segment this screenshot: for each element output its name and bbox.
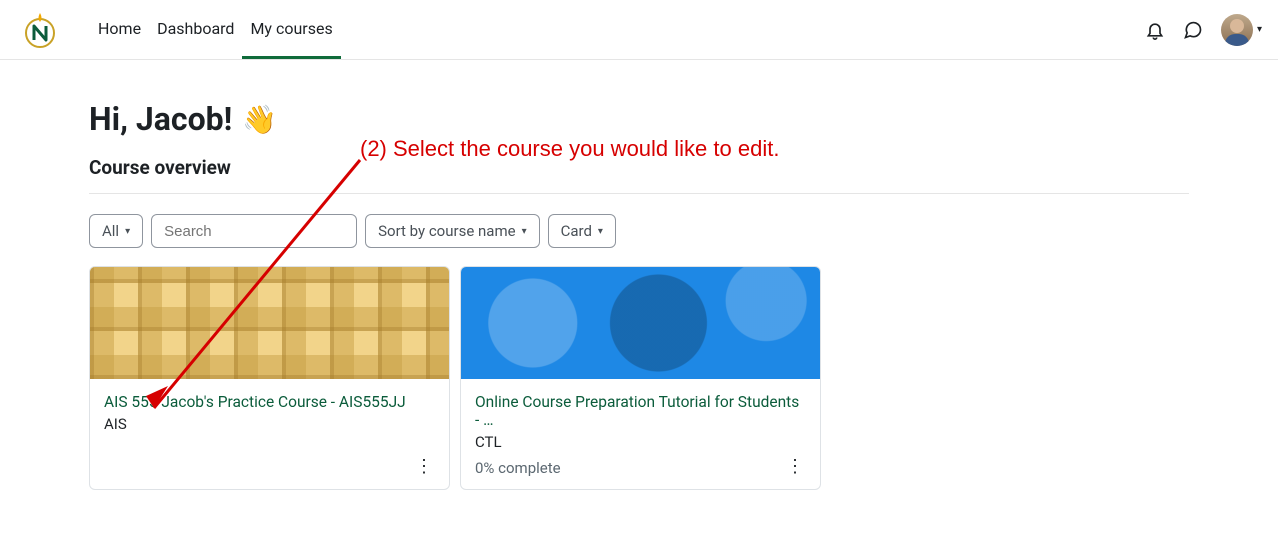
- card-body: Online Course Preparation Tutorial for S…: [461, 379, 820, 489]
- course-category: AIS: [104, 415, 435, 433]
- course-title[interactable]: Online Course Preparation Tutorial for S…: [475, 393, 806, 429]
- navbar: Home Dashboard My courses ▾: [0, 0, 1278, 60]
- course-category: CTL: [475, 433, 806, 451]
- filter-dropdown[interactable]: All ▾: [89, 214, 143, 248]
- course-menu-button[interactable]: ⋮: [782, 452, 808, 481]
- course-card[interactable]: AIS 555 Jacob's Practice Course - AIS555…: [89, 266, 450, 490]
- nav-dashboard[interactable]: Dashboard: [149, 0, 242, 59]
- course-card[interactable]: Online Course Preparation Tutorial for S…: [460, 266, 821, 490]
- course-menu-button[interactable]: ⋮: [411, 452, 437, 481]
- section-title: Course overview: [89, 156, 1189, 179]
- controls-row: All ▾ Sort by course name ▾ Card ▾: [89, 214, 1189, 248]
- course-progress: 0% complete: [475, 459, 561, 477]
- navbar-right: ▾: [1145, 14, 1262, 46]
- brand-logo[interactable]: [20, 10, 60, 50]
- nav-links: Home Dashboard My courses: [90, 0, 341, 59]
- chevron-down-icon: ▾: [125, 226, 130, 237]
- chat-icon[interactable]: [1183, 20, 1203, 40]
- chevron-down-icon: ▾: [1257, 24, 1262, 35]
- main-content: Hi, Jacob! 👋 Course overview All ▾ Sort …: [89, 60, 1189, 490]
- course-thumbnail: [461, 267, 820, 379]
- bell-icon[interactable]: [1145, 20, 1165, 40]
- search-input[interactable]: [164, 223, 344, 240]
- course-cards: AIS 555 Jacob's Practice Course - AIS555…: [89, 266, 1189, 490]
- course-thumbnail: [90, 267, 449, 379]
- nav-home[interactable]: Home: [90, 0, 149, 59]
- card-body: AIS 555 Jacob's Practice Course - AIS555…: [90, 379, 449, 489]
- view-label: Card: [561, 222, 592, 240]
- wave-icon: 👋: [242, 103, 277, 136]
- chevron-down-icon: ▾: [598, 226, 603, 237]
- divider: [89, 193, 1189, 194]
- view-dropdown[interactable]: Card ▾: [548, 214, 616, 248]
- greeting-text: Hi, Jacob!: [89, 100, 232, 138]
- nav-my-courses[interactable]: My courses: [242, 0, 340, 59]
- filter-label: All: [102, 222, 119, 240]
- sort-label: Sort by course name: [378, 222, 515, 240]
- search-input-wrap[interactable]: [151, 214, 357, 248]
- sort-dropdown[interactable]: Sort by course name ▾: [365, 214, 539, 248]
- chevron-down-icon: ▾: [522, 226, 527, 237]
- greeting: Hi, Jacob! 👋: [89, 100, 1189, 138]
- course-title[interactable]: AIS 555 Jacob's Practice Course - AIS555…: [104, 393, 435, 411]
- avatar: [1221, 14, 1253, 46]
- user-menu[interactable]: ▾: [1221, 14, 1262, 46]
